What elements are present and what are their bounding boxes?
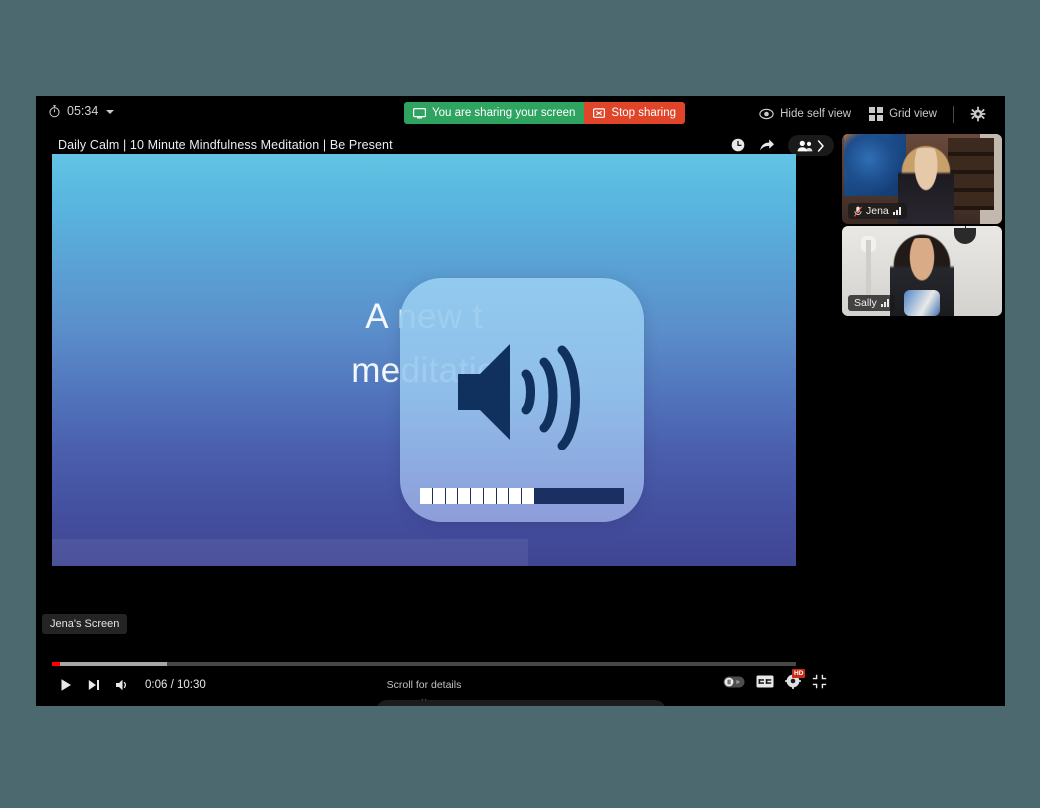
shared-screen-name-label: Jena's Screen: [42, 614, 128, 634]
video-time-display: 0:06 / 10:30: [145, 679, 206, 691]
hd-badge: HD: [792, 669, 806, 678]
volume-icon[interactable]: [108, 678, 137, 692]
stop-screen-share-icon: [593, 107, 606, 118]
video-player-controls: 0:06 / 10:30 Scroll for details ⌄: [52, 668, 796, 705]
autoplay-toggle-icon[interactable]: [723, 675, 745, 693]
timer-value: 05:34: [67, 104, 99, 118]
volume-segment: [611, 488, 624, 504]
play-icon[interactable]: [52, 678, 80, 692]
volume-segment: [445, 488, 459, 504]
volume-segment: [599, 488, 612, 504]
topbar-right-controls: Hide self view Grid view: [750, 96, 995, 132]
thumbnail-lamp: [954, 228, 976, 244]
volume-segment: [420, 488, 433, 504]
gear-icon: [970, 106, 986, 122]
chevron-down-icon[interactable]: [106, 109, 115, 114]
volume-segment: [509, 488, 522, 504]
volume-segment: [432, 488, 446, 504]
closed-captions-icon[interactable]: [756, 675, 774, 693]
thumbnail-scarf: [904, 290, 940, 316]
stopwatch-icon: [49, 105, 60, 118]
volume-level-bar: [420, 488, 624, 504]
progress-played: [52, 662, 61, 666]
volume-segment: [483, 488, 497, 504]
video-right-controls: HD: [723, 669, 827, 694]
video-canvas[interactable]: A new t meditatio: [52, 154, 796, 566]
progress-buffered: [52, 662, 168, 666]
volume-segment: [471, 488, 484, 504]
grid-icon: [869, 107, 884, 121]
meeting-top-bar: 05:34 You are sharing your screen Stop s…: [36, 96, 1005, 132]
participant-name: Sally: [854, 297, 877, 309]
shared-screen-area: Daily Calm | 10 Minute Mindfulness Medit…: [36, 132, 841, 705]
participant-nametag: Sally: [848, 295, 896, 311]
volume-segment: [535, 488, 548, 504]
hide-self-view-button[interactable]: Hide self view: [750, 104, 860, 124]
participant-nametag: Jena: [848, 203, 908, 219]
grid-view-button[interactable]: Grid view: [860, 103, 946, 125]
participants-icon: [797, 140, 813, 151]
video-title: Daily Calm | 10 Minute Mindfulness Medit…: [58, 138, 393, 152]
exit-fullscreen-icon[interactable]: [812, 674, 827, 694]
sharing-status-segment: You are sharing your screen: [404, 102, 585, 124]
sharing-status-label: You are sharing your screen: [432, 107, 576, 119]
hide-self-view-label: Hide self view: [780, 108, 852, 120]
signal-bars-icon: [880, 299, 890, 307]
meeting-timer[interactable]: 05:34: [48, 104, 115, 118]
meeting-controls-toolbar: Mute Stop video Chat: [376, 700, 666, 706]
video-lower-band: [52, 539, 529, 566]
meeting-window: 05:34 You are sharing your screen Stop s…: [36, 96, 1005, 706]
screen-share-banner: You are sharing your screen Stop sharing: [404, 102, 685, 124]
volume-segment: [586, 488, 599, 504]
toolbar-divider: [953, 105, 954, 123]
volume-hud-overlay: [400, 278, 644, 522]
participant-name: Jena: [866, 205, 889, 217]
video-progress-bar[interactable]: [52, 662, 796, 666]
participant-thumbnails: Jena Sally: [842, 134, 1002, 318]
volume-segment: [548, 488, 561, 504]
stop-sharing-banner-label: Stop sharing: [611, 107, 676, 119]
next-track-icon[interactable]: [80, 678, 108, 692]
signal-bars-icon: [892, 207, 902, 215]
volume-segment: [458, 488, 471, 504]
grid-view-label: Grid view: [889, 108, 937, 120]
scroll-hint-label: Scroll for details: [386, 679, 462, 692]
volume-segment: [560, 488, 573, 504]
chevron-right-icon: [817, 139, 824, 152]
settings-gear-hd-icon[interactable]: HD: [785, 669, 806, 694]
volume-segment: [496, 488, 510, 504]
speaker-volume-icon: [458, 344, 580, 450]
volume-segment: [573, 488, 586, 504]
stop-sharing-banner-button[interactable]: Stop sharing: [584, 102, 685, 124]
settings-button[interactable]: [961, 102, 995, 126]
participant-thumbnail-jena[interactable]: Jena: [842, 134, 1002, 224]
participants-panel-toggle[interactable]: [788, 135, 834, 156]
eye-icon: [759, 108, 774, 120]
participant-thumbnail-sally[interactable]: Sally: [842, 226, 1002, 316]
mic-muted-icon: [854, 205, 862, 217]
monitor-icon: [413, 107, 426, 118]
volume-segment: [522, 488, 535, 504]
